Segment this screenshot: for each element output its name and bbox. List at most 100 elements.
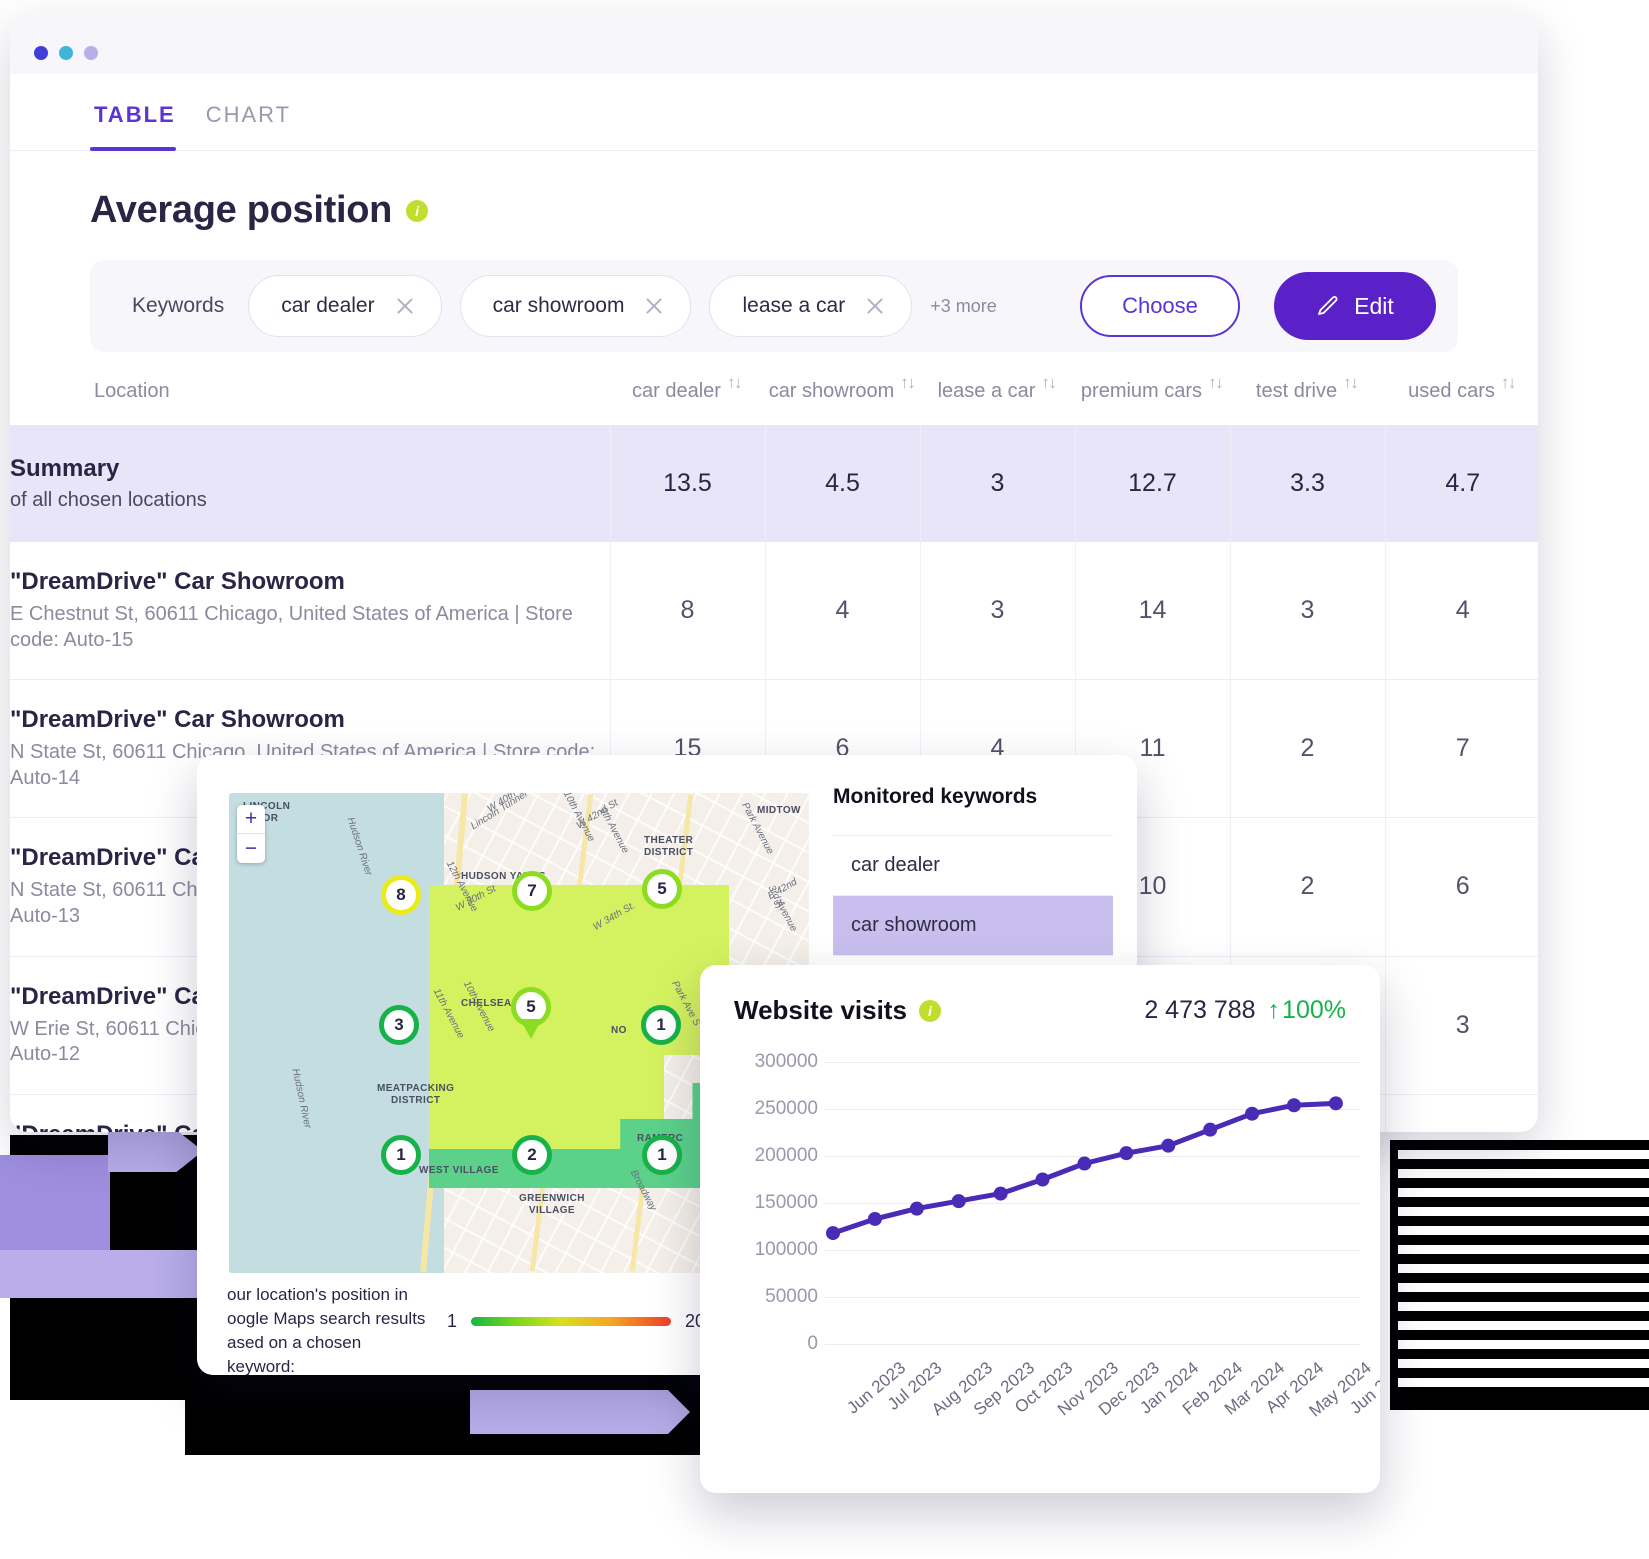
window-dot-cyan[interactable] — [59, 46, 73, 60]
sort-icon[interactable] — [1041, 373, 1057, 401]
map-label-theater-district: THEATER DISTRICT — [644, 835, 694, 858]
map-pin-value: 5 — [657, 879, 667, 898]
zoom-in-button[interactable]: + — [237, 805, 265, 834]
tab-table[interactable]: TABLE — [90, 102, 202, 151]
map-pin[interactable]: 3 — [379, 1005, 419, 1045]
location-name: "DreamDrive" Car Showroom — [10, 706, 345, 734]
sort-icon[interactable] — [1501, 373, 1517, 401]
data-point[interactable] — [1035, 1172, 1050, 1187]
summary-value: 4.7 — [1384, 425, 1538, 542]
location-cell: "DreamDrive" Car Showroom E Chestnut St,… — [10, 542, 610, 680]
map-label-greenwich-village: GREENWICH VILLAGE — [519, 1193, 585, 1216]
map-pin-value: 2 — [527, 1145, 537, 1164]
table-row[interactable]: "DreamDrive" Car Showroom E Chestnut St,… — [10, 542, 1538, 680]
data-point[interactable] — [1119, 1146, 1134, 1161]
col-car-dealer[interactable]: car dealer — [610, 373, 765, 425]
keyword-list-item-car-dealer[interactable]: car dealer — [833, 836, 1113, 896]
summary-title: Summary — [10, 455, 120, 482]
cell-value: 4 — [764, 542, 920, 680]
data-point[interactable] — [909, 1201, 924, 1216]
col-label: premium cars — [1080, 380, 1203, 402]
col-location: Location — [94, 380, 170, 402]
page-title-row: Average position i — [10, 151, 1538, 232]
edit-button[interactable]: Edit — [1274, 272, 1436, 340]
sort-icon[interactable] — [727, 373, 743, 401]
map-caption: our location's position in oogle Maps se… — [227, 1283, 427, 1375]
map-pin[interactable]: 5 — [642, 869, 682, 909]
map-pin-selected[interactable]: 5 — [511, 987, 551, 1027]
window-titlebar — [10, 12, 1538, 74]
map-pin-value: 3 — [394, 1015, 404, 1034]
keyword-chip-label: car showroom — [492, 294, 625, 317]
data-point[interactable] — [1328, 1096, 1343, 1111]
map-pin[interactable]: 1 — [641, 1005, 681, 1045]
data-point[interactable] — [993, 1186, 1008, 1201]
map-pin[interactable]: 8 — [381, 875, 421, 915]
info-icon[interactable]: i — [918, 999, 941, 1022]
visits-delta-value: 100% — [1282, 996, 1346, 1024]
sort-icon[interactable] — [1343, 373, 1359, 401]
keyword-chip-lease-a-car[interactable]: lease a car — [709, 275, 913, 337]
tab-bar: TABLE CHART — [10, 74, 1538, 151]
data-point[interactable] — [867, 1211, 882, 1226]
website-visits-card: Website visits i 2 473 788 ↑ 100% 0 50000 1… — [700, 965, 1380, 1493]
map-pin-value: 7 — [527, 881, 537, 900]
map-zoom-controls[interactable]: + − — [237, 805, 265, 863]
window-dot-blue[interactable] — [34, 46, 48, 60]
keyword-chip-label: car dealer — [281, 294, 375, 317]
data-point[interactable] — [1077, 1156, 1092, 1171]
map-pin[interactable]: 1 — [381, 1135, 421, 1175]
col-car-showroom[interactable]: car showroom — [765, 373, 920, 425]
location-address: E Chestnut St, 60611 Chicago, United Sta… — [10, 603, 573, 651]
cell-value: 3 — [919, 542, 1075, 680]
table-header: Location car dealer car showroom lease a… — [10, 373, 1538, 425]
summary-value: 13.5 — [609, 425, 765, 542]
chart-plot-area: 0 50000 100000 150000 200000 250000 300000 Jun … — [700, 1044, 1380, 1464]
col-test-drive[interactable]: test drive — [1230, 373, 1385, 425]
col-premium-cars[interactable]: premium cars — [1075, 373, 1230, 425]
window-dot-purple[interactable] — [84, 46, 98, 60]
map-pin[interactable]: 2 — [512, 1135, 552, 1175]
zoom-out-button[interactable]: − — [237, 834, 265, 863]
data-point[interactable] — [951, 1194, 966, 1209]
data-point[interactable] — [1245, 1106, 1260, 1121]
cell-value: 7 — [1384, 1094, 1538, 1132]
close-icon[interactable] — [395, 296, 415, 316]
more-keywords-label[interactable]: +3 more — [930, 296, 997, 317]
col-label: used cars — [1408, 380, 1495, 402]
keyword-list-item-car-showroom[interactable]: car showroom — [833, 896, 1113, 956]
data-point[interactable] — [1286, 1098, 1301, 1113]
decorative-arrow-2 — [470, 1390, 690, 1434]
choose-button[interactable]: Choose — [1080, 275, 1240, 337]
tab-chart-label: CHART — [205, 102, 292, 127]
data-point[interactable] — [1161, 1138, 1176, 1153]
summary-value: 3.3 — [1229, 425, 1385, 542]
chart-title: Website visits — [734, 995, 907, 1025]
cell-value: 6 — [1384, 817, 1538, 957]
data-point[interactable] — [826, 1226, 840, 1241]
close-icon[interactable] — [644, 296, 664, 316]
map-pin-value: 1 — [656, 1015, 666, 1034]
edit-button-label: Edit — [1354, 292, 1394, 319]
col-label: lease a car — [937, 380, 1036, 402]
map-legend: 1 20 — [447, 1311, 705, 1332]
keyword-chip-car-showroom[interactable]: car showroom — [459, 275, 692, 337]
map-pin[interactable]: 1 — [642, 1135, 682, 1175]
col-used-cars[interactable]: used cars — [1385, 373, 1538, 425]
window-controls[interactable] — [34, 46, 98, 60]
info-icon[interactable]: i — [406, 199, 429, 222]
data-point[interactable] — [1203, 1122, 1218, 1137]
page-title: Average position — [90, 189, 393, 231]
sort-icon[interactable] — [1208, 373, 1224, 401]
tab-chart[interactable]: CHART — [202, 102, 317, 150]
keyword-chip-car-dealer[interactable]: car dealer — [248, 275, 442, 337]
col-lease-a-car[interactable]: lease a car — [920, 373, 1075, 425]
cell-value: 3 — [1229, 542, 1385, 680]
screenshot-root: TABLE CHART Average position i Keywords … — [0, 0, 1649, 1559]
cell-value: 4 — [1384, 542, 1538, 680]
sort-icon[interactable] — [900, 373, 916, 401]
map-pin[interactable]: 7 — [512, 871, 552, 911]
keyword-chip-label: lease a car — [742, 294, 846, 317]
close-icon[interactable] — [865, 296, 885, 316]
col-label: car showroom — [768, 380, 895, 402]
